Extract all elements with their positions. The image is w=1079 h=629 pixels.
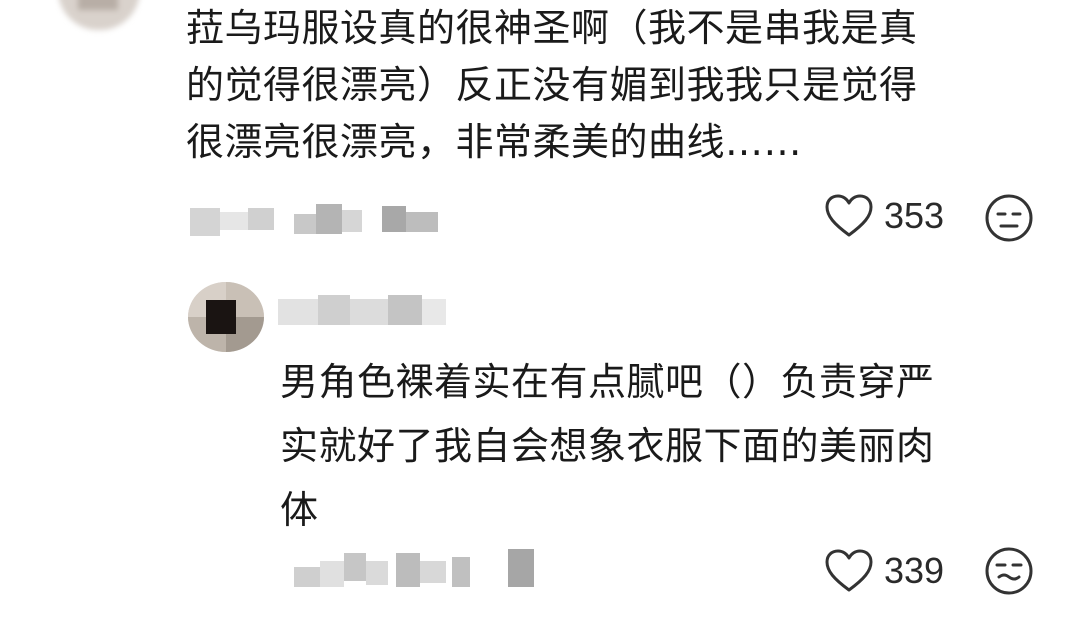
comment-1-like-button[interactable]: 353: [824, 193, 954, 241]
comment-2-line-1: 男角色裸着实在有点腻吧（）负责穿严: [280, 360, 935, 404]
comment-1-line-1: 菈乌玛服设真的很神圣啊（我不是串我是真: [186, 6, 918, 50]
avatar-top-partial[interactable]: [58, 0, 140, 30]
comment-2-line-3: 体: [280, 488, 319, 532]
comment-2-avatar[interactable]: [188, 282, 264, 352]
dizzy-face-icon: [985, 547, 1033, 595]
comment-2-text: 男角色裸着实在有点腻吧（）负责穿严 实就好了我自会想象衣服下面的美丽肉 体: [280, 350, 1000, 542]
comment-2-like-button[interactable]: 339: [824, 548, 954, 596]
comment-2-meta-redacted: [282, 535, 552, 595]
comment-1-line-2: 的觉得很漂亮）反正没有媚到我我只是觉得: [186, 63, 918, 107]
comment-1-text: 菈乌玛服设真的很神圣啊（我不是串我是真 的觉得很漂亮）反正没有媚到我我只是觉得 …: [186, 0, 986, 171]
comment-1-like-count: 353: [884, 195, 945, 236]
comment-2-username-redacted[interactable]: [278, 291, 448, 331]
comment-2-line-2: 实就好了我自会想象衣服下面的美丽肉: [280, 424, 935, 468]
heart-outline-icon: [825, 549, 873, 592]
comment-2: 男角色裸着实在有点腻吧（）负责穿严 实就好了我自会想象衣服下面的美丽肉 体: [280, 350, 1000, 540]
comment-1-line-3: 很漂亮很漂亮，非常柔美的曲线……: [186, 120, 803, 164]
comment-2-like-count: 339: [884, 550, 945, 591]
comment-2-reaction-button[interactable]: [984, 546, 1034, 596]
neutral-face-icon: [985, 194, 1033, 242]
heart-outline-icon: [825, 194, 873, 237]
comment-1-meta-redacted: [186, 200, 456, 240]
comment-1-reaction-button[interactable]: [984, 193, 1034, 243]
